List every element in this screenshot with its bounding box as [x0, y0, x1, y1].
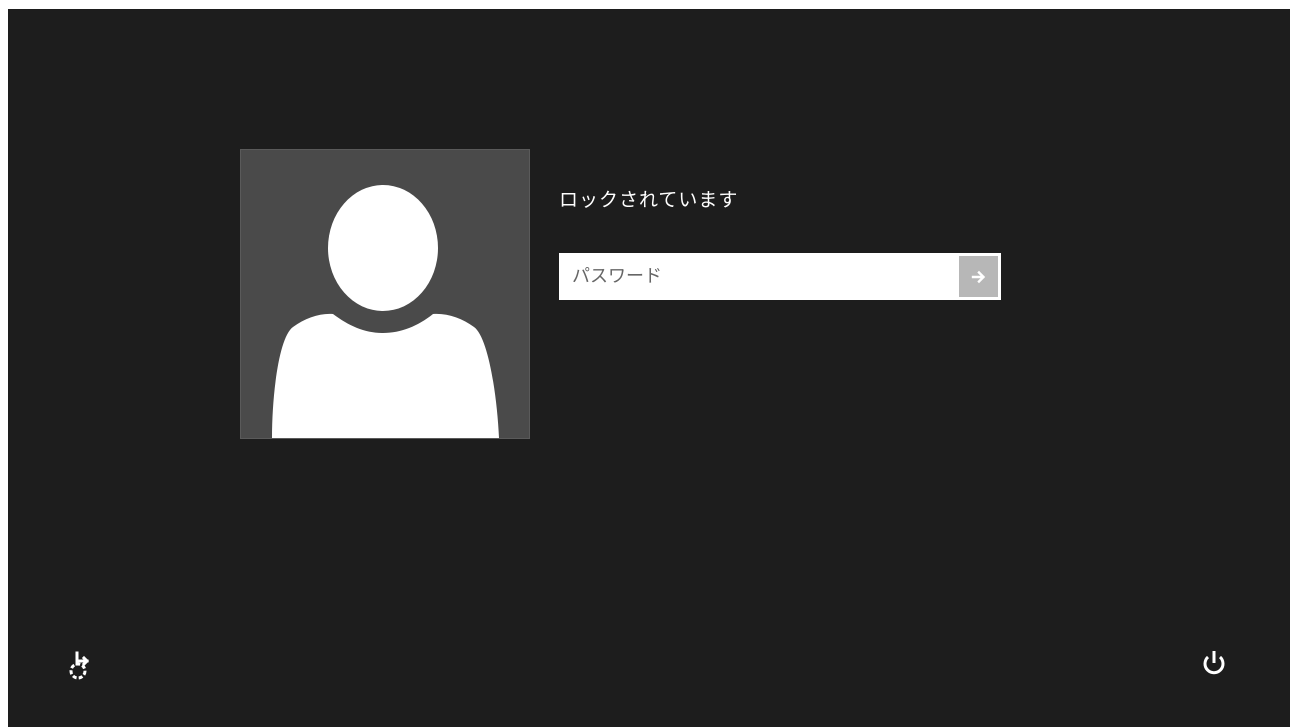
password-box: [559, 253, 1001, 300]
power-button[interactable]: [1194, 643, 1234, 683]
submit-button[interactable]: [959, 256, 998, 297]
user-silhouette-icon: [272, 185, 499, 438]
password-input[interactable]: [560, 254, 958, 299]
power-icon: [1203, 651, 1225, 675]
arrow-right-icon: [971, 270, 985, 283]
ease-of-access-button[interactable]: [60, 645, 100, 685]
ease-of-access-icon: [69, 651, 90, 680]
lock-status-text: ロックされています: [559, 189, 739, 211]
lock-screen: ロックされています: [8, 9, 1290, 727]
user-avatar-tile: [240, 149, 530, 439]
